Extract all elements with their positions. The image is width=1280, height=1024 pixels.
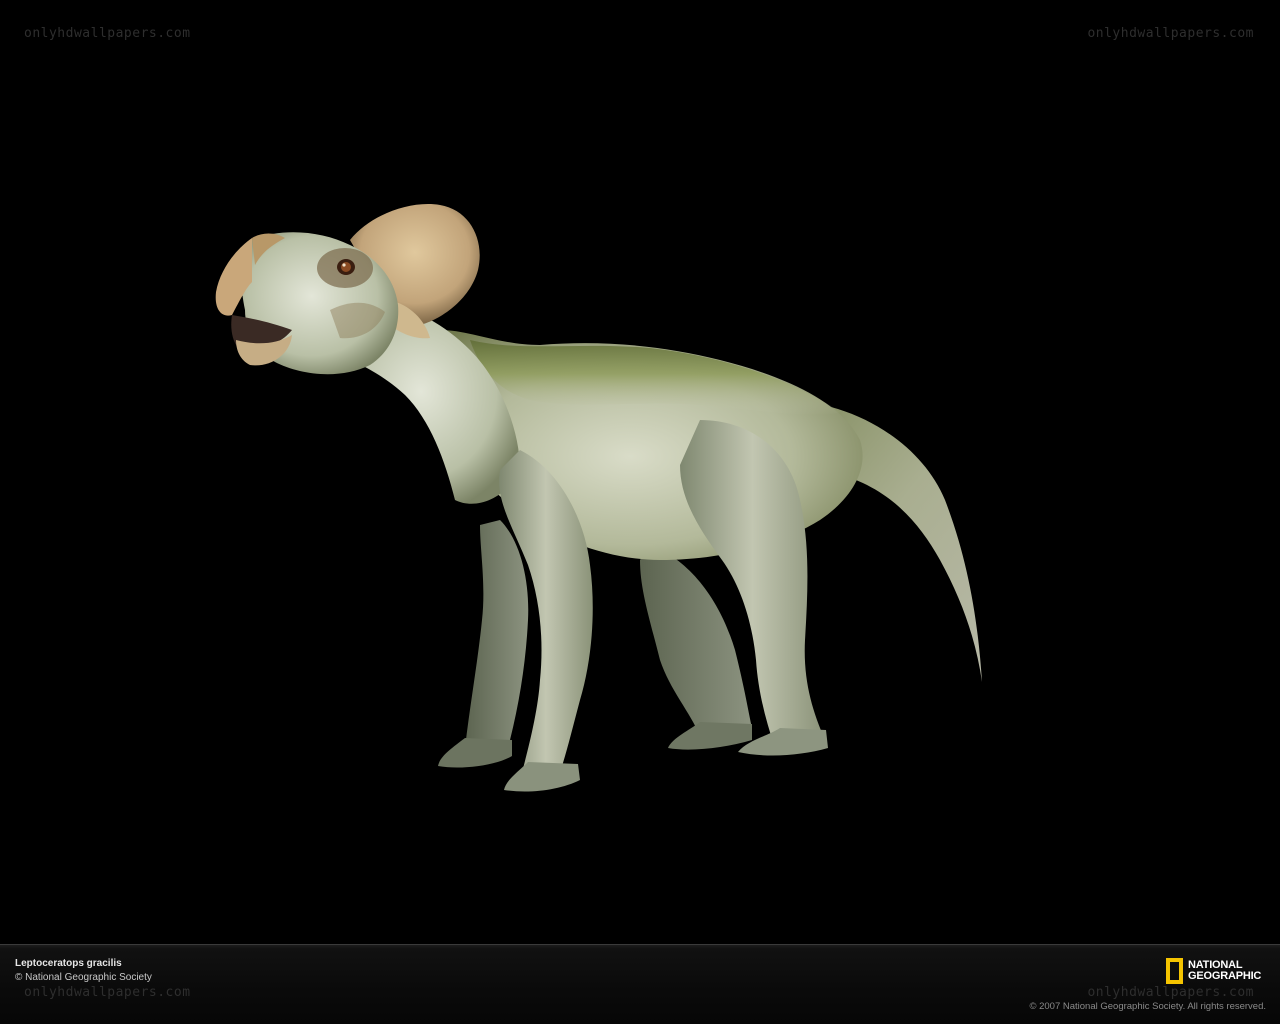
wallpaper-image: onlyhdwallpapers.com onlyhdwallpapers.co… bbox=[0, 0, 1280, 944]
species-caption: Leptoceratops gracilis bbox=[15, 958, 122, 969]
caption-bar: Leptoceratops gracilis © National Geogra… bbox=[0, 944, 1280, 1024]
watermark-bottom-left: onlyhdwallpapers.com bbox=[24, 985, 191, 1000]
yellow-frame-icon bbox=[1166, 958, 1183, 984]
copyright-notice: © 2007 National Geographic Society. All … bbox=[1029, 1001, 1266, 1012]
credit-caption: © National Geographic Society bbox=[15, 972, 152, 983]
logo-text: NATIONAL GEOGRAPHIC bbox=[1188, 959, 1262, 983]
watermark-bottom-right: onlyhdwallpapers.com bbox=[1087, 985, 1254, 1000]
logo-line-2: GEOGRAPHIC bbox=[1188, 970, 1262, 982]
national-geographic-logo: NATIONAL GEOGRAPHIC bbox=[1166, 957, 1261, 985]
leptoceratops-illustration bbox=[215, 204, 982, 792]
